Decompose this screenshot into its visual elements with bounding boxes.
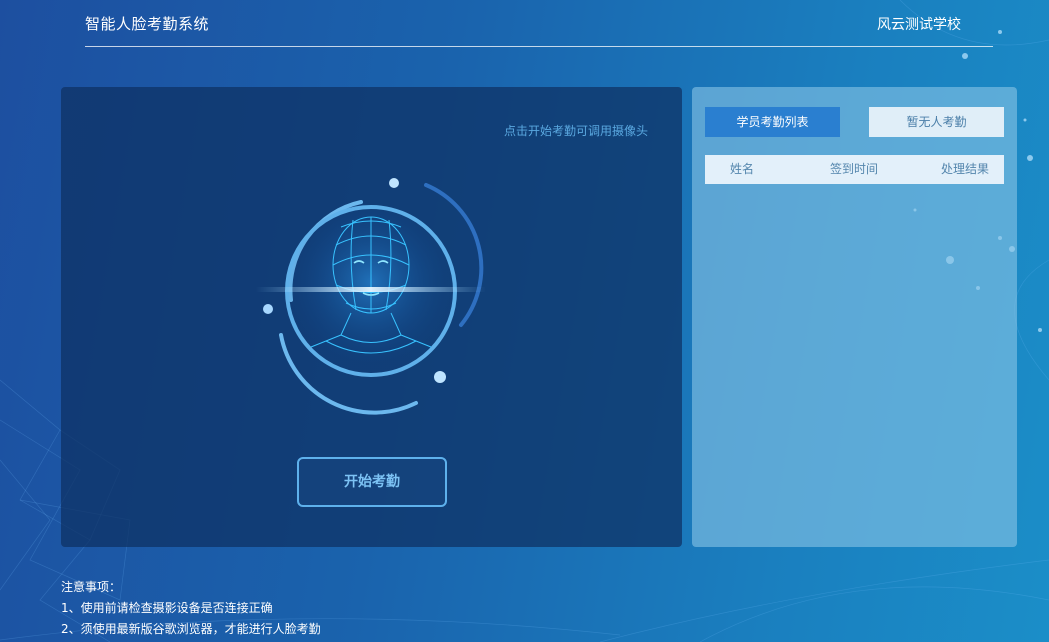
camera-hint-text: 点击开始考勤可调用摄像头 <box>503 124 648 138</box>
note-item: 2、须使用最新版谷歌浏览器，才能进行人脸考勤 <box>61 622 321 636</box>
note-item: 1、使用前请检查摄影设备是否连接正确 <box>61 601 273 615</box>
notes-title: 注意事项： <box>61 580 122 594</box>
notes-section: 注意事项： 1、使用前请检查摄影设备是否连接正确 2、须使用最新版谷歌浏览器，才… <box>61 577 321 640</box>
camera-panel: 点击开始考勤可调用摄像头 开始考勤 <box>61 87 682 547</box>
start-attendance-button[interactable]: 开始考勤 <box>297 457 447 507</box>
column-result: 处理结果 <box>941 162 990 176</box>
column-signin-time: 签到时间 <box>830 162 879 176</box>
header-divider <box>85 46 993 47</box>
attendance-list-panel: 学员考勤列表 暂无人考勤 姓名 签到时间 处理结果 <box>692 87 1017 547</box>
school-name: 风云测试学校 <box>877 17 961 33</box>
attendance-table-header: 姓名 签到时间 处理结果 <box>705 155 1004 184</box>
column-name: 姓名 <box>730 162 755 176</box>
tab-attendance-list[interactable]: 学员考勤列表 <box>705 107 840 137</box>
tab-no-attendance[interactable]: 暂无人考勤 <box>869 107 1004 137</box>
app-title: 智能人脸考勤系统 <box>85 15 210 33</box>
face-scan-icon <box>256 178 486 415</box>
